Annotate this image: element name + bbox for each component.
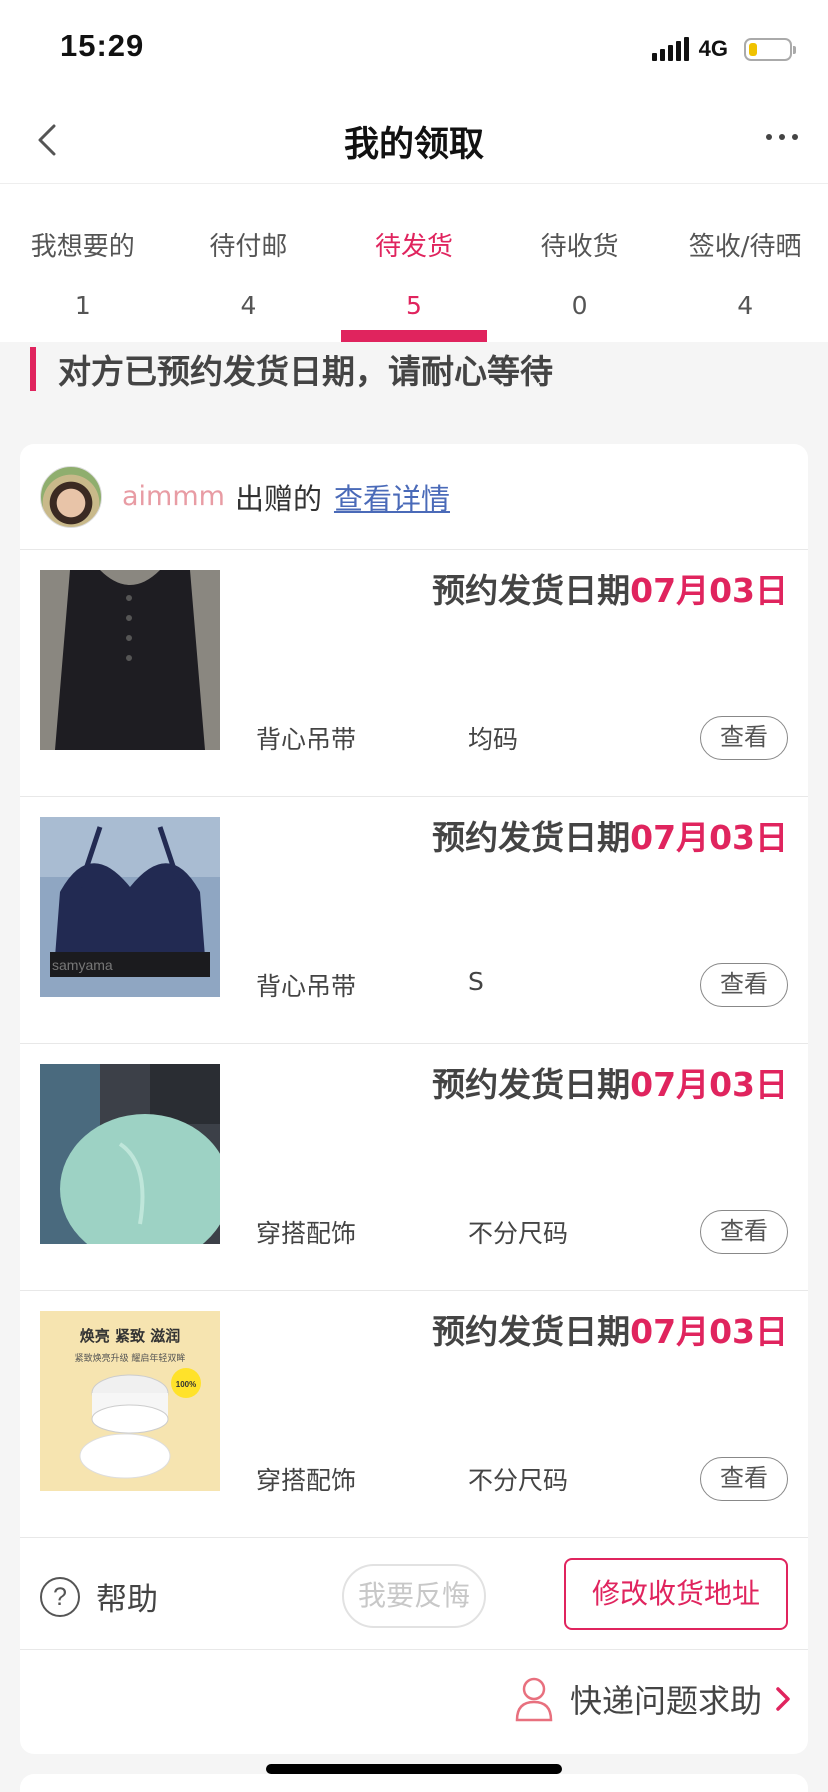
tab-count: 0 — [571, 291, 588, 320]
nav-bar: 我的领取 — [0, 96, 828, 184]
list-item[interactable]: 预约发货日期07月03日 背心吊带 均码 查看 — [20, 550, 808, 797]
regret-button[interactable]: 我要反悔 — [342, 1564, 486, 1628]
view-button[interactable]: 查看 — [700, 1457, 788, 1501]
ship-date-label: 预约发货日期 — [432, 818, 631, 857]
battery-icon — [744, 37, 796, 61]
product-thumbnail[interactable] — [40, 570, 220, 750]
donor-name[interactable]: aimmm — [122, 481, 225, 512]
scheduled-ship-date: 预约发货日期07月03日 — [432, 1058, 788, 1106]
ship-date-value: 07月03日 — [630, 1065, 788, 1104]
person-icon — [515, 1677, 553, 1722]
product-thumbnail[interactable] — [40, 1064, 220, 1244]
help-label: 帮助 — [96, 1582, 158, 1618]
product-thumbnail[interactable]: 焕亮 紧致 滋润 紧致焕亮升级 耀启年轻双眸 100% — [40, 1311, 220, 1491]
status-indicators: 4G — [651, 36, 796, 62]
ship-date-label: 预约发货日期 — [432, 571, 631, 610]
status-time: 15:29 — [60, 28, 145, 63]
tab-label: 待付邮 — [209, 232, 288, 262]
tab-label: 待收货 — [540, 232, 619, 262]
ship-date-value: 07月03日 — [630, 818, 788, 857]
tab-count: 4 — [240, 291, 257, 320]
item-category: 穿搭配饰 — [256, 1219, 357, 1248]
home-indicator — [266, 1764, 562, 1774]
item-size: 不分尺码 — [468, 1219, 569, 1248]
item-size: 均码 — [468, 725, 519, 754]
list-item[interactable]: 预约发货日期07月03日 穿搭配饰 不分尺码 查看 — [20, 1044, 808, 1291]
order-actions: ? 帮助 我要反悔 修改收货地址 — [20, 1538, 808, 1650]
signal-icon — [651, 37, 689, 61]
list-item[interactable]: samyama 预约发货日期07月03日 背心吊带 S 查看 — [20, 797, 808, 1044]
express-help-label: 快递问题求助 — [569, 1682, 762, 1720]
gift-order-card: aimmm 出赠的 查看详情 预约发货日期07月03日 背心吊带 均码 查看 s… — [20, 444, 808, 1754]
item-category: 穿搭配饰 — [256, 1466, 357, 1495]
order-status-tabs: 我想要的 1 待付邮 4 待发货 5 待收货 0 签收/待晒 4 — [0, 184, 828, 342]
tab-label: 待发货 — [374, 232, 453, 262]
next-card-peek — [20, 1774, 808, 1792]
scheduled-ship-date: 预约发货日期07月03日 — [432, 811, 788, 859]
scheduled-ship-date: 预约发货日期07月03日 — [432, 564, 788, 612]
donor-header: aimmm 出赠的 查看详情 — [20, 444, 808, 550]
notice-accent-bar — [30, 347, 36, 391]
notice-text: 对方已预约发货日期，请耐心等待 — [58, 352, 553, 391]
question-circle-icon: ? — [40, 1576, 80, 1617]
express-help-row: 快递问题求助 — [20, 1650, 808, 1752]
thumbnail-subline: 紧致焕亮升级 耀启年轻双眸 — [75, 1352, 186, 1364]
view-button[interactable]: 查看 — [700, 1210, 788, 1254]
item-category: 背心吊带 — [256, 972, 357, 1001]
tab-count: 5 — [406, 291, 422, 320]
more-horizontal-icon[interactable] — [766, 134, 798, 140]
tab-pending-receipt[interactable]: 待收货 0 — [497, 184, 663, 342]
ship-date-label: 预约发货日期 — [432, 1312, 631, 1351]
thumbnail-brand-text: samyama — [52, 957, 113, 973]
network-type: 4G — [698, 36, 728, 61]
view-button[interactable]: 查看 — [700, 963, 788, 1007]
thumbnail-headline: 焕亮 紧致 滋润 — [80, 1327, 180, 1345]
item-category: 背心吊带 — [256, 725, 357, 754]
tab-active-indicator — [341, 330, 487, 342]
view-details-link[interactable]: 查看详情 — [334, 476, 450, 518]
status-bar: 15:29 4G — [0, 0, 828, 96]
list-item[interactable]: 焕亮 紧致 滋润 紧致焕亮升级 耀启年轻双眸 100% 预约发货日期07月03日… — [20, 1291, 808, 1538]
change-address-button[interactable]: 修改收货地址 — [564, 1558, 788, 1630]
tab-pending-shipment[interactable]: 待发货 5 — [331, 184, 497, 342]
express-help-button[interactable]: 快递问题求助 — [514, 1676, 792, 1722]
tab-signed-review[interactable]: 签收/待晒 4 — [662, 184, 828, 342]
item-size: 不分尺码 — [468, 1466, 569, 1495]
ship-date-value: 07月03日 — [630, 1312, 788, 1351]
avatar[interactable] — [40, 465, 102, 528]
view-button[interactable]: 查看 — [700, 716, 788, 760]
tab-wanted[interactable]: 我想要的 1 — [0, 184, 166, 342]
ship-date-value: 07月03日 — [630, 571, 788, 610]
tab-count: 1 — [74, 291, 91, 320]
scheduled-ship-date: 预约发货日期07月03日 — [432, 1305, 788, 1353]
tab-pending-postage[interactable]: 待付邮 4 — [166, 184, 332, 342]
battery-level — [749, 42, 757, 56]
shipping-notice: 对方已预约发货日期，请耐心等待 — [30, 346, 553, 392]
page-title: 我的领取 — [343, 125, 484, 165]
item-size: S — [468, 967, 484, 996]
chevron-right-icon — [776, 1687, 790, 1711]
tab-label: 我想要的 — [30, 232, 135, 262]
product-thumbnail[interactable]: samyama — [40, 817, 220, 997]
donor-suffix: 出赠的 — [234, 481, 322, 516]
thumbnail-badge: 100% — [176, 1380, 196, 1389]
tab-label: 签收/待晒 — [688, 232, 802, 262]
help-button[interactable]: ? 帮助 — [40, 1574, 158, 1619]
tab-count: 4 — [737, 291, 754, 320]
ship-date-label: 预约发货日期 — [432, 1065, 631, 1104]
